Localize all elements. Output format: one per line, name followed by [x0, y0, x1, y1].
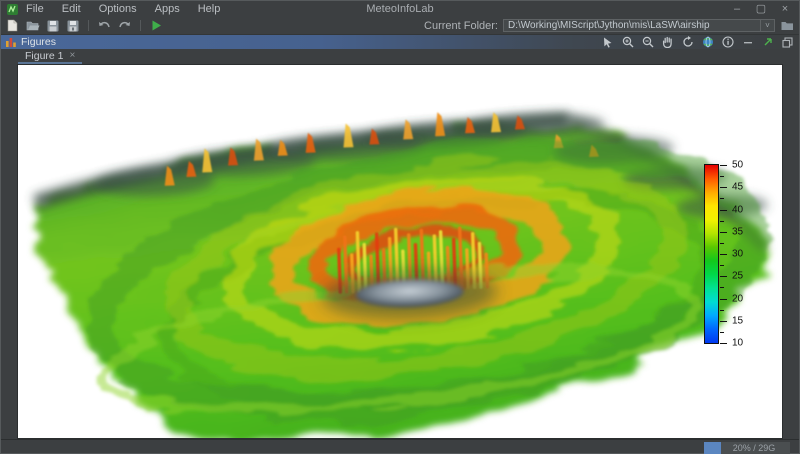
colorbar-tick-label: 35 [732, 226, 744, 238]
colorbar-tick-label: 10 [732, 337, 744, 349]
run-script-icon[interactable] [149, 19, 164, 33]
toolbar-separator [88, 20, 89, 31]
colorbar-minor-tick [720, 309, 724, 311]
select-arrow-icon[interactable] [601, 36, 614, 49]
colorbar-minor-tick [720, 331, 724, 333]
close-window-icon[interactable]: × [775, 2, 795, 16]
typhoon-volume-render [32, 112, 774, 438]
figures-panel-tools [601, 36, 794, 49]
zoom-out-icon[interactable] [641, 36, 654, 49]
tab-figure-1[interactable]: Figure 1 × [18, 49, 83, 64]
figure-tab-bar: Figure 1 × [1, 49, 799, 64]
undo-icon[interactable] [97, 19, 112, 33]
colorbar-tick-label: 50 [732, 159, 744, 171]
figure-canvas[interactable]: 50 45 40 35 30 25 20 15 10 [17, 64, 783, 439]
save-as-icon[interactable] [65, 19, 80, 33]
colorbar-tick [720, 276, 727, 278]
memory-usage-label: 20% / 29G [732, 443, 776, 453]
bar-chart-icon [6, 37, 17, 47]
main-toolbar: Current Folder: D:\Working\MIScript\Jyth… [1, 17, 799, 34]
colorbar-minor-tick [720, 198, 724, 200]
float-panel-icon[interactable] [761, 36, 774, 49]
colorbar-minor-tick [720, 220, 724, 222]
toolbar-separator [140, 20, 141, 31]
figures-panel-title: Figures [21, 36, 57, 48]
rotate-view-icon[interactable] [681, 36, 694, 49]
menu-item-apps[interactable]: Apps [155, 3, 180, 15]
colorbar-minor-tick [720, 265, 724, 267]
colorbar-tick-label: 45 [732, 181, 744, 193]
menu-item-help[interactable]: Help [198, 3, 221, 15]
save-icon[interactable] [45, 19, 60, 33]
pan-hand-icon[interactable] [661, 36, 674, 49]
redo-icon[interactable] [117, 19, 132, 33]
colorbar-tick-label: 25 [732, 270, 744, 282]
open-file-icon[interactable] [25, 19, 40, 33]
new-script-icon[interactable] [5, 19, 20, 33]
current-folder-combobox[interactable]: D:\Working\MIScript\Jython\mis\LaSW\airs… [503, 19, 775, 32]
colorbar-tick-label: 15 [732, 315, 744, 327]
minimize-panel-icon[interactable] [741, 36, 754, 49]
info-icon[interactable] [721, 36, 734, 49]
colorbar-tick-label: 30 [732, 248, 744, 260]
colorbar-tick-label: 20 [732, 293, 744, 304]
colorbar-tick [720, 254, 727, 255]
colorbar-minor-tick [720, 242, 724, 244]
colorbar-tick [720, 165, 727, 166]
menu-item-edit[interactable]: Edit [62, 3, 81, 15]
colorbar-tick [720, 298, 727, 300]
colorbar-tick [720, 343, 727, 344]
colorbar-minor-tick [720, 287, 724, 289]
colorbar-tick [720, 187, 727, 189]
menu-item-file[interactable]: File [26, 3, 44, 15]
colorbar: 50 45 40 35 30 25 20 15 10 [704, 160, 782, 349]
figures-panel-header: Figures [1, 34, 799, 49]
browse-folder-icon[interactable] [780, 19, 795, 33]
colorbar-gradient [704, 164, 719, 344]
chevron-down-icon[interactable]: ˅ [760, 20, 774, 31]
app-window: MeteoInfoLab File Edit Options Apps Help – ▢ × [0, 0, 800, 454]
app-logo-icon [7, 3, 18, 15]
zoom-in-icon[interactable] [621, 36, 634, 49]
colorbar-tick [720, 320, 727, 322]
current-folder-label: Current Folder: [424, 19, 498, 32]
current-folder-zone: Current Folder: D:\Working\MIScript\Jyth… [424, 19, 795, 33]
colorbar-tick [720, 231, 727, 233]
colorbar-tick [720, 209, 727, 211]
minimize-window-icon[interactable]: – [727, 2, 747, 16]
status-bar: 20% / 29G [1, 439, 799, 454]
colorbar-minor-tick [720, 176, 724, 178]
menu-bar: File Edit Options Apps Help [26, 3, 220, 15]
colorbar-tick-label: 40 [732, 204, 744, 215]
maximize-window-icon[interactable]: ▢ [751, 2, 771, 16]
title-bar: MeteoInfoLab File Edit Options Apps Help – ▢ × [1, 1, 799, 17]
current-folder-path[interactable]: D:\Working\MIScript\Jython\mis\LaSW\airs… [504, 20, 760, 31]
globe-icon[interactable] [701, 36, 714, 49]
menu-item-options[interactable]: Options [99, 3, 137, 15]
restore-panel-icon[interactable] [781, 36, 794, 49]
memory-indicator[interactable]: 20% / 29G [704, 441, 790, 454]
tab-label: Figure 1 [25, 49, 64, 62]
window-controls: – ▢ × [727, 2, 795, 16]
close-tab-icon[interactable]: × [70, 50, 76, 61]
